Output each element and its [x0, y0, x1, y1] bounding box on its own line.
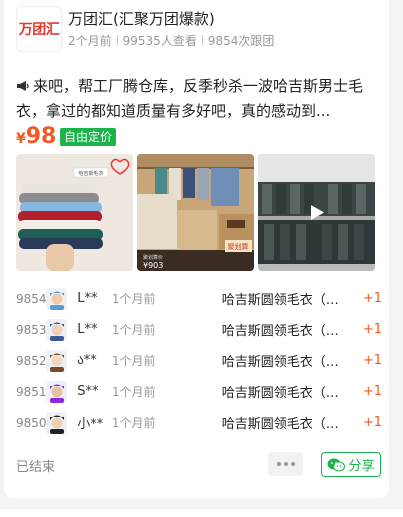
price-value: 98 [25, 124, 57, 149]
description-text: 来吧，帮工厂腾仓库，反季秒杀一波哈吉斯男士毛衣，拿过的都知道质量有多好吧，真的感… [16, 77, 364, 120]
user-name: ა** [77, 353, 97, 368]
meta-divider [116, 35, 118, 46]
play-icon[interactable] [308, 204, 325, 221]
share-label: 分享 [348, 459, 375, 474]
share-button[interactable]: 分享 [321, 452, 381, 477]
more-dot [276, 462, 281, 466]
order-item: 哈吉斯圆领毛衣（… [221, 417, 339, 432]
wardrobe-illustration: 聚划算价 ¥903 聚划算 [137, 154, 254, 271]
order-list: 9854 L** 1个月前 哈吉斯圆领毛衣（… +1 9853 L** 1个月前 哈吉斯圆领毛衣… [16, 283, 382, 438]
order-item: 哈吉斯圆领毛衣（… [221, 293, 339, 308]
avatar [46, 349, 68, 372]
order-row[interactable]: 9854 L** 1个月前 哈吉斯圆领毛衣（… +1 [16, 283, 382, 314]
order-time: 1个月前 [111, 292, 156, 306]
shop-meta: 2个月前 99535人查看 9854次跟团 [68, 32, 274, 49]
posted-time: 2个月前 [68, 34, 112, 48]
wardrobe-sweaters-photo[interactable]: 聚划算价 ¥903 聚划算 [137, 154, 254, 271]
order-row[interactable]: 9851 S** 1个月前 哈吉斯圆领毛衣（… +1 [16, 376, 382, 407]
more-button[interactable] [268, 452, 303, 476]
order-item: 哈吉斯圆领毛衣（… [221, 355, 339, 370]
price: ¥ 98 [16, 124, 56, 149]
avatar [46, 318, 68, 341]
view-count: 99535人查看 [122, 34, 197, 48]
stacked-sweaters-photo[interactable]: 哈吉斯毛衣 [16, 154, 133, 271]
group-buy-card[interactable]: 万团汇 万团汇(汇聚万团爆款) 2个月前 99535人查看 9854次跟团 来吧… [4, 0, 389, 498]
order-quantity: +1 [362, 353, 382, 368]
shop-logo[interactable]: 万团汇 [16, 6, 62, 52]
free-pricing-badge: 自由定价 [60, 128, 117, 146]
order-quantity: +1 [362, 322, 382, 337]
meta-divider [201, 35, 203, 46]
sweaters-illustration: 哈吉斯毛衣 [16, 154, 133, 271]
order-row[interactable]: 9850 小** 1个月前 哈吉斯圆领毛衣（… +1 [16, 407, 382, 438]
svg-text:哈吉斯毛衣: 哈吉斯毛衣 [78, 170, 103, 177]
order-quantity: +1 [362, 384, 382, 399]
avatar [46, 287, 68, 310]
order-quantity: +1 [362, 291, 382, 306]
status-ended: 已结束 [16, 460, 56, 475]
order-time: 1个月前 [111, 385, 156, 399]
avatar [46, 380, 68, 403]
user-name: L** [77, 291, 98, 306]
shop-name[interactable]: 万团汇(汇聚万团爆款) [68, 8, 215, 29]
order-item: 哈吉斯圆领毛衣（… [221, 386, 339, 401]
order-number: 9852 [16, 353, 47, 368]
order-time: 1个月前 [111, 323, 156, 337]
participant-count: 9854次跟团 [207, 34, 275, 48]
order-time: 1个月前 [111, 416, 156, 430]
more-dot [283, 462, 288, 466]
megaphone-icon [17, 81, 29, 91]
order-item: 哈吉斯圆领毛衣（… [221, 324, 339, 339]
rack-video-thumbnail[interactable] [258, 154, 375, 271]
order-quantity: +1 [362, 415, 382, 430]
order-number: 9851 [16, 384, 47, 399]
user-name: 小** [77, 417, 104, 432]
user-name: S** [77, 384, 99, 399]
post-description[interactable]: 来吧，帮工厂腾仓库，反季秒杀一波哈吉斯男士毛衣，拿过的都知道质量有多好吧，真的感… [16, 74, 378, 124]
wardrobe-promo-caption: 聚划算 [228, 242, 249, 251]
more-dot [290, 462, 295, 466]
price-symbol: ¥ [16, 131, 26, 147]
avatar [46, 411, 68, 434]
order-number: 9853 [16, 322, 47, 337]
order-row[interactable]: 9853 L** 1个月前 哈吉斯圆领毛衣（… +1 [16, 314, 382, 345]
user-name: L** [77, 322, 98, 337]
order-number: 9854 [16, 291, 47, 306]
wardrobe-price-caption: ¥903 [143, 261, 163, 270]
next-card-edge [0, 508, 403, 517]
svg-text:聚划算价: 聚划算价 [143, 254, 163, 261]
wechat-icon [327, 458, 346, 471]
shop-logo-text: 万团汇 [18, 22, 60, 38]
order-number: 9850 [16, 415, 47, 430]
order-row[interactable]: 9852 ა** 1个月前 哈吉斯圆领毛衣（… +1 [16, 345, 382, 376]
order-time: 1个月前 [111, 354, 156, 368]
